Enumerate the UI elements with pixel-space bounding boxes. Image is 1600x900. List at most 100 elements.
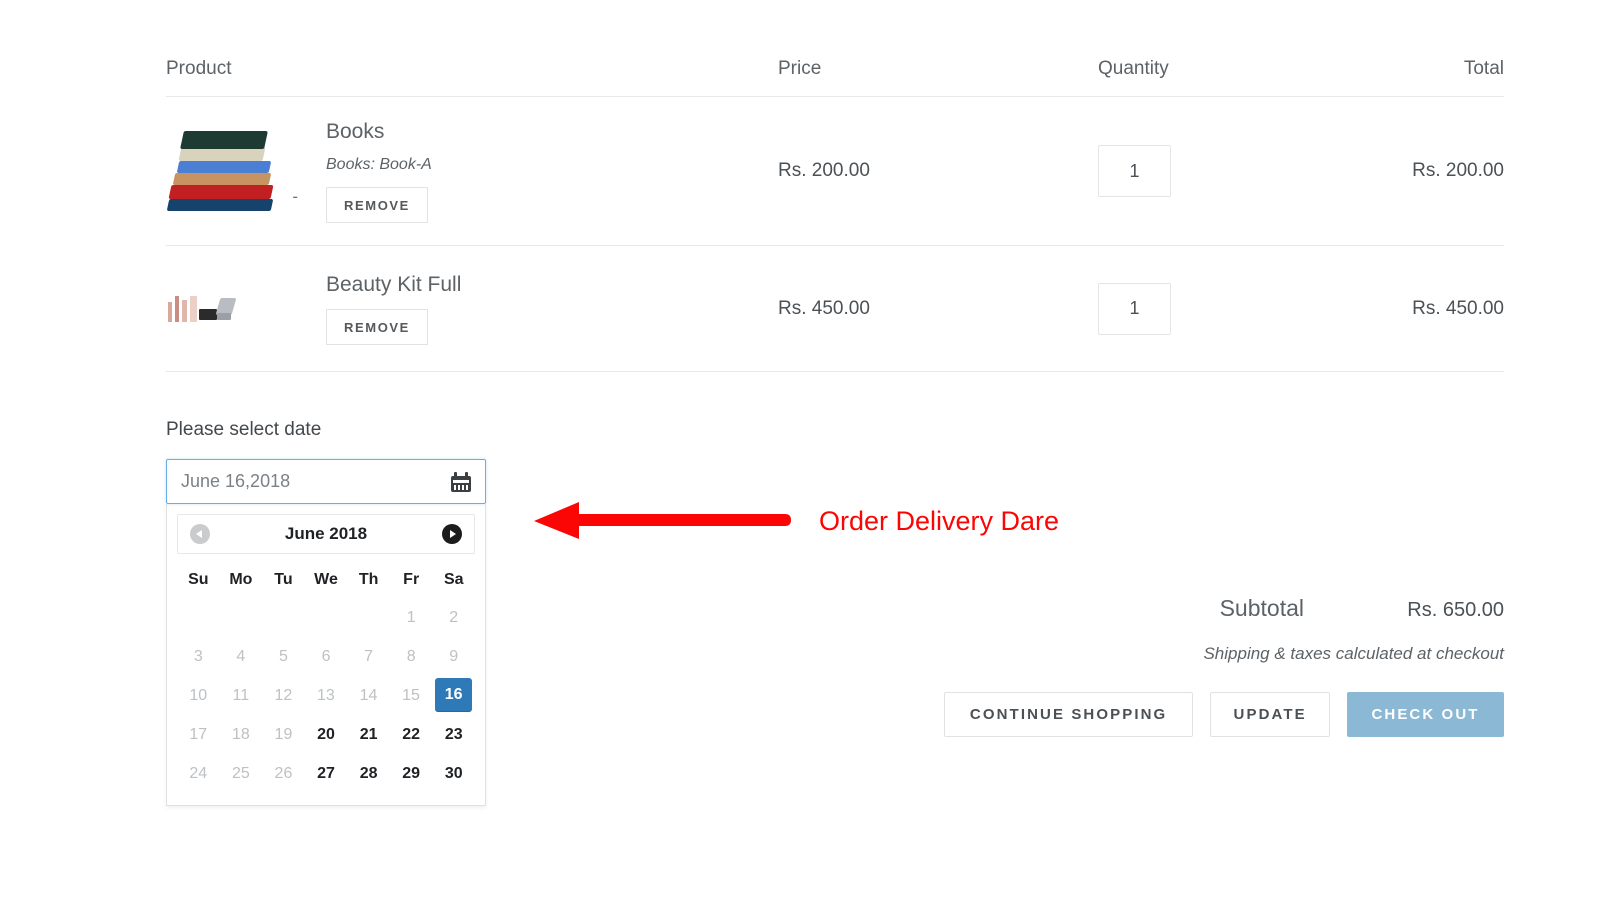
subtotal-label: Subtotal bbox=[1220, 595, 1304, 622]
quantity-input[interactable] bbox=[1098, 283, 1171, 335]
calendar-day: 3 bbox=[177, 637, 220, 676]
calendar-day bbox=[262, 598, 305, 637]
calendar-day[interactable]: 21 bbox=[347, 715, 390, 754]
calendar-day: 11 bbox=[220, 676, 263, 715]
calendar-day: 18 bbox=[220, 715, 263, 754]
calendar-dayname: We bbox=[305, 562, 348, 598]
calendar-day: 4 bbox=[220, 637, 263, 676]
remove-button[interactable]: REMOVE bbox=[326, 309, 428, 345]
shipping-note: Shipping & taxes calculated at checkout bbox=[944, 644, 1504, 664]
calendar-day: 7 bbox=[347, 637, 390, 676]
calendar-day[interactable]: 29 bbox=[390, 754, 433, 793]
calendar-day: 26 bbox=[262, 754, 305, 793]
calendar-day[interactable]: 30 bbox=[432, 754, 475, 793]
product-thumbnail-books[interactable]: - bbox=[166, 121, 298, 221]
calendar-panel: June 2018 SuMoTuWeThFrSa 123456789101112… bbox=[166, 504, 486, 806]
calendar-grid: SuMoTuWeThFrSa 1234567891011121314151617… bbox=[177, 562, 475, 793]
calendar-daynames-row: SuMoTuWeThFrSa bbox=[177, 562, 475, 598]
remove-button[interactable]: REMOVE bbox=[326, 187, 428, 223]
product-line-total: Rs. 450.00 bbox=[1298, 298, 1504, 320]
calendar-icon[interactable] bbox=[451, 472, 471, 492]
subtotal-row: Subtotal Rs. 650.00 bbox=[944, 595, 1504, 622]
calendar-day: 2 bbox=[432, 598, 475, 637]
calendar-day[interactable]: 22 bbox=[390, 715, 433, 754]
table-row: Beauty Kit Full REMOVE Rs. 450.00 Rs. 45… bbox=[166, 246, 1504, 371]
calendar-week-row: 24252627282930 bbox=[177, 754, 475, 793]
calendar-day[interactable]: 23 bbox=[432, 715, 475, 754]
calendar-day: 10 bbox=[177, 676, 220, 715]
cart-table-header: Product Price Quantity Total bbox=[166, 0, 1504, 96]
product-price: Rs. 450.00 bbox=[778, 298, 1098, 320]
calendar-dayname: Fr bbox=[390, 562, 433, 598]
calendar-day: 14 bbox=[347, 676, 390, 715]
calendar-day[interactable]: 20 bbox=[305, 715, 348, 754]
date-input-box[interactable]: June 16,2018 bbox=[166, 459, 486, 504]
calendar-day-selected[interactable]: 16 bbox=[435, 678, 472, 712]
update-button[interactable]: UPDATE bbox=[1210, 692, 1330, 737]
cart-actions: CONTINUE SHOPPING UPDATE CHECK OUT bbox=[944, 692, 1504, 737]
product-line-total: Rs. 200.00 bbox=[1298, 160, 1504, 182]
calendar-dayname: Su bbox=[177, 562, 220, 598]
calendar-dayname: Th bbox=[347, 562, 390, 598]
calendar-day bbox=[177, 598, 220, 637]
quantity-cell bbox=[1098, 283, 1298, 335]
calendar-day bbox=[305, 598, 348, 637]
calendar-day: 15 bbox=[390, 676, 433, 715]
calendar-day: 1 bbox=[390, 598, 433, 637]
product-variant: Books: Book-A bbox=[326, 156, 432, 174]
cart-summary: Subtotal Rs. 650.00 Shipping & taxes cal… bbox=[944, 595, 1504, 737]
chevron-left-circle-icon[interactable] bbox=[190, 524, 210, 544]
calendar-header: June 2018 bbox=[177, 514, 475, 554]
calendar-day: 12 bbox=[262, 676, 305, 715]
calendar-day: 8 bbox=[390, 637, 433, 676]
table-row: - Books Books: Book-A REMOVE Rs. 200.00 … bbox=[166, 97, 1504, 245]
product-cell: - Books Books: Book-A REMOVE bbox=[166, 119, 778, 223]
annotation-text: Order Delivery Dare bbox=[819, 506, 1059, 537]
column-header-price: Price bbox=[778, 58, 1098, 80]
quantity-cell bbox=[1098, 145, 1298, 197]
annotation: Order Delivery Dare bbox=[533, 497, 1059, 545]
calendar-day bbox=[220, 598, 263, 637]
date-input-value: June 16,2018 bbox=[181, 471, 451, 492]
calendar-day bbox=[347, 598, 390, 637]
calendar-month-title: June 2018 bbox=[210, 524, 442, 544]
row-divider bbox=[166, 371, 1504, 372]
calendar-day: 6 bbox=[305, 637, 348, 676]
date-picker: June 16,2018 June 2018 SuMoTuWeThFrSa 12… bbox=[166, 459, 486, 806]
beauty-kit-icon bbox=[166, 292, 236, 326]
calendar-dayname: Sa bbox=[432, 562, 475, 598]
calendar-week-row: 10111213141516 bbox=[177, 676, 475, 715]
calendar-week-row: 12 bbox=[177, 598, 475, 637]
product-separator: - bbox=[292, 187, 298, 207]
calendar-day: 24 bbox=[177, 754, 220, 793]
product-cell: Beauty Kit Full REMOVE bbox=[166, 259, 778, 359]
calendar-day[interactable]: 28 bbox=[347, 754, 390, 793]
subtotal-value: Rs. 650.00 bbox=[1304, 599, 1504, 622]
continue-shopping-button[interactable]: CONTINUE SHOPPING bbox=[944, 692, 1193, 737]
calendar-day: 17 bbox=[177, 715, 220, 754]
column-header-total: Total bbox=[1298, 58, 1504, 80]
quantity-input[interactable] bbox=[1098, 145, 1171, 197]
product-price: Rs. 200.00 bbox=[778, 160, 1098, 182]
check-out-button[interactable]: CHECK OUT bbox=[1347, 692, 1504, 737]
product-title[interactable]: Beauty Kit Full bbox=[326, 272, 461, 297]
calendar-day: 13 bbox=[305, 676, 348, 715]
column-header-quantity: Quantity bbox=[1098, 58, 1298, 80]
chevron-right-circle-icon[interactable] bbox=[442, 524, 462, 544]
calendar-day: 9 bbox=[432, 637, 475, 676]
calendar-day: 5 bbox=[262, 637, 305, 676]
product-info: Beauty Kit Full REMOVE bbox=[298, 272, 461, 345]
calendar-week-row: 17181920212223 bbox=[177, 715, 475, 754]
calendar-week-row: 3456789 bbox=[177, 637, 475, 676]
product-thumbnail-beauty-kit[interactable] bbox=[166, 259, 298, 359]
column-header-product: Product bbox=[166, 58, 778, 80]
cart-page: Product Price Quantity Total - Books Boo… bbox=[0, 0, 1600, 900]
calendar-day: 25 bbox=[220, 754, 263, 793]
calendar-dayname: Mo bbox=[220, 562, 263, 598]
calendar-day[interactable]: 27 bbox=[305, 754, 348, 793]
books-stack-icon bbox=[166, 125, 278, 217]
left-arrow-annotation-icon bbox=[533, 497, 791, 545]
calendar-dayname: Tu bbox=[262, 562, 305, 598]
calendar-day: 19 bbox=[262, 715, 305, 754]
product-title[interactable]: Books bbox=[326, 119, 432, 144]
